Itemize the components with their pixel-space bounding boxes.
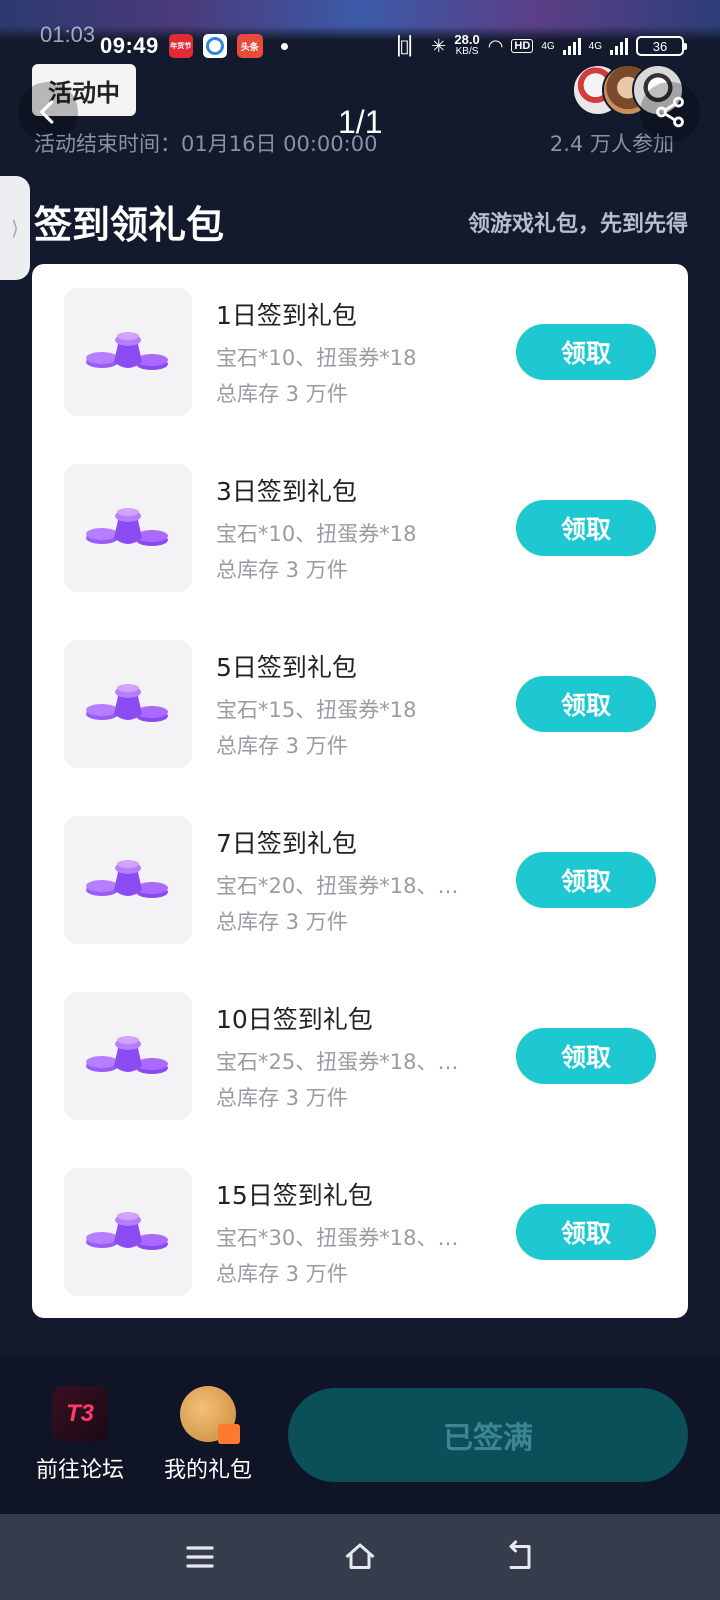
gift-thumbnail (64, 992, 192, 1120)
gift-content: 宝石*10、扭蛋券*18 (216, 522, 417, 546)
gift-content: 宝石*15、扭蛋券*18 (216, 698, 417, 722)
signal-icon (562, 37, 581, 55)
gift-name: 15日签到礼包 (216, 1181, 373, 1210)
status-time: 09:49 (100, 33, 159, 58)
net-speed: 28.0 KB/S (454, 32, 480, 58)
gift-stock: 总库存 3 万件 (216, 382, 348, 406)
gift-content: 宝石*10、扭蛋券*18 (216, 346, 417, 370)
gift-list-card: 1日签到礼包 宝石*10、扭蛋券*18 总库存 3 万件 领取 3日签到礼包 宝… (32, 264, 688, 1318)
gift-thumbnail (64, 288, 192, 416)
gift-stock: 总库存 3 万件 (216, 734, 348, 758)
gift-item: 10日签到礼包 宝石*25、扭蛋券*18、… 总库存 3 万件 领取 (32, 968, 688, 1120)
chevron-left-icon (40, 100, 54, 124)
claim-button[interactable]: 领取 (516, 500, 656, 556)
purple-gems-icon (86, 508, 168, 546)
menu-icon (186, 1546, 214, 1568)
battery-level: 36 (652, 38, 668, 54)
claim-button[interactable]: 领取 (516, 852, 656, 908)
claim-button[interactable]: 领取 (516, 324, 656, 380)
gift-item: 3日签到礼包 宝石*10、扭蛋券*18 总库存 3 万件 领取 (32, 440, 688, 592)
vibrate-icon: ▕▯▏ (385, 35, 424, 56)
go-to-forum-link[interactable]: T3 前往论坛 (30, 1386, 130, 1484)
wifi-icon: ◠ (487, 35, 504, 56)
signal-icon-2 (610, 37, 628, 55)
gift-name: 10日签到礼包 (216, 1005, 373, 1034)
signed-full-button[interactable]: 已签满 (288, 1388, 688, 1482)
net-speed-unit: KB/S (455, 46, 479, 57)
gift-name: 3日签到礼包 (216, 477, 357, 506)
section-subtitle: 领游戏礼包，先到先得 (467, 212, 688, 237)
chevron-right-icon: ⟩ (11, 216, 19, 240)
return-icon (509, 1540, 531, 1569)
purple-gems-icon (86, 860, 168, 898)
gift-box-icon (180, 1386, 240, 1444)
status-bar: 09:49 年货节 头条 ▕▯▏ ✳ 28.0 KB/S ◠ HD 4G 4G … (0, 28, 720, 64)
network-type-2: 4G (588, 40, 602, 52)
app-badge-news: 头条 (236, 34, 263, 58)
purple-gems-icon (86, 1036, 168, 1074)
claim-button[interactable]: 领取 (516, 1204, 656, 1260)
side-drawer-handle[interactable]: ⟩ (0, 176, 30, 280)
claim-button[interactable]: 领取 (516, 1028, 656, 1084)
app-badge-shopping: 年货节 (168, 34, 193, 58)
my-gifts-label: 我的礼包 (163, 1458, 252, 1483)
activity-end-time: 活动结束时间：01月16日 00:00:00 (34, 132, 378, 156)
gift-name: 7日签到礼包 (216, 829, 357, 858)
gift-content: 宝石*30、扭蛋券*18、… (216, 1226, 459, 1250)
gift-content: 宝石*25、扭蛋券*18、… (216, 1050, 459, 1074)
nav-home-button[interactable] (340, 1537, 380, 1577)
section-title: 签到领礼包 (34, 203, 225, 247)
bluetooth-icon: ✳ (431, 35, 447, 56)
gift-thumbnail (64, 464, 192, 592)
my-gifts-link[interactable]: 我的礼包 (156, 1386, 260, 1484)
gift-thumbnail (64, 640, 192, 768)
gift-item: 7日签到礼包 宝石*20、扭蛋券*18、… 总库存 3 万件 领取 (32, 792, 688, 944)
purple-gems-icon (86, 684, 168, 722)
hd-tag: HD (511, 39, 534, 53)
notification-dot (280, 42, 288, 50)
network-type-1: 4G (541, 40, 555, 52)
gift-stock: 总库存 3 万件 (216, 558, 348, 582)
forum-label: 前往论坛 (35, 1458, 124, 1483)
gift-thumbnail (64, 816, 192, 944)
claim-button[interactable]: 领取 (516, 676, 656, 732)
status-indicators: ▕▯▏ ✳ 28.0 KB/S ◠ HD 4G 4G 36 (385, 32, 687, 58)
gift-stock: 总库存 3 万件 (216, 1086, 348, 1110)
gift-name: 5日签到礼包 (216, 653, 357, 682)
nav-back-button[interactable] (500, 1537, 540, 1577)
gift-stock: 总库存 3 万件 (216, 1262, 348, 1286)
gift-stock: 总库存 3 万件 (216, 910, 348, 934)
forum-logo-icon: T3 (52, 1386, 108, 1442)
net-speed-value: 28.0 (454, 32, 480, 47)
bottom-action-bar: T3 前往论坛 我的礼包 已签满 (0, 1356, 720, 1514)
purple-gems-icon (86, 332, 168, 370)
gift-item: 1日签到礼包 宝石*10、扭蛋券*18 总库存 3 万件 领取 (32, 264, 688, 416)
share-icon (656, 96, 684, 128)
home-icon (345, 1543, 375, 1569)
share-button[interactable] (640, 82, 700, 142)
gift-name: 1日签到礼包 (216, 301, 357, 330)
gift-item: 5日签到礼包 宝石*15、扭蛋券*18 总库存 3 万件 领取 (32, 616, 688, 768)
system-navigation-bar (0, 1514, 720, 1600)
gift-content: 宝石*20、扭蛋券*18、… (216, 874, 459, 898)
gift-item: 15日签到礼包 宝石*30、扭蛋券*18、… 总库存 3 万件 领取 (32, 1144, 688, 1296)
app-badge-browser-icon (202, 34, 227, 58)
battery-icon: 36 (636, 36, 687, 56)
nav-menu-button[interactable] (180, 1537, 220, 1577)
gift-thumbnail (64, 1168, 192, 1296)
purple-gems-icon (86, 1212, 168, 1250)
